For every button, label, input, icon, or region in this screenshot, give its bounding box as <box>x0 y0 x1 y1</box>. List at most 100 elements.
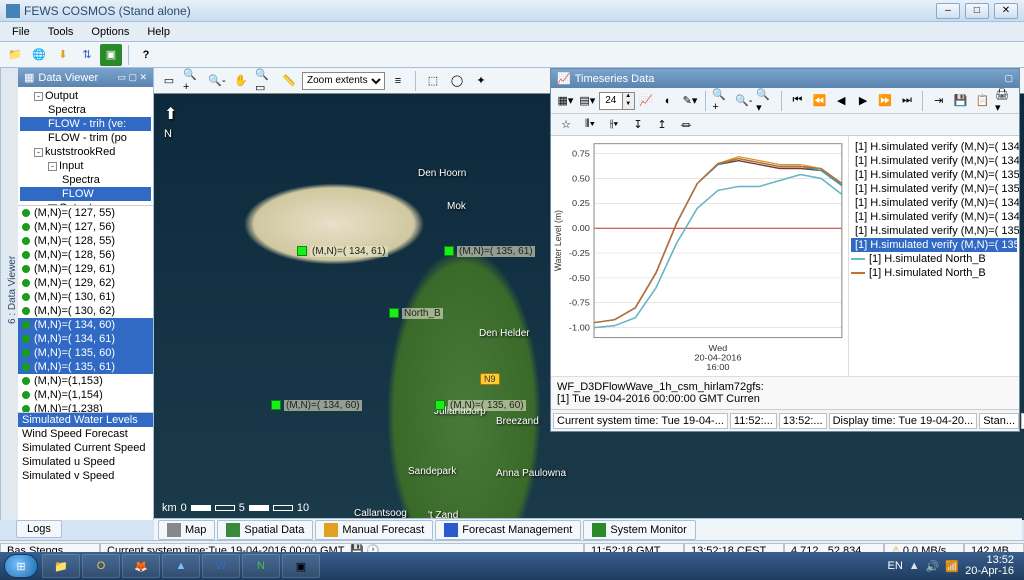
lang-indicator[interactable]: EN <box>888 560 903 572</box>
parameter-item[interactable]: Simulated v Speed <box>18 469 153 483</box>
wifi-icon[interactable]: 📶 <box>945 560 959 573</box>
task-fews[interactable]: ▲ <box>162 554 200 578</box>
bottom-tab[interactable]: System Monitor <box>583 520 695 540</box>
panel-controls-icon[interactable]: ▭ ▢ ✕ <box>117 72 147 83</box>
stepper-down-icon[interactable]: ▼ <box>622 101 634 109</box>
map-point-north-b[interactable] <box>389 308 399 318</box>
zoom-extents-select[interactable]: Zoom extents <box>302 72 385 90</box>
maximize-button[interactable]: □ <box>965 3 989 19</box>
help-icon[interactable]: ? <box>135 44 157 66</box>
tree-item[interactable]: -Output <box>20 89 151 103</box>
start-button[interactable]: ⊞ <box>4 554 38 578</box>
systray[interactable]: EN ▲ 🔊 📶 13:52 20-Apr-16 <box>888 555 1021 577</box>
location-item[interactable]: (M,N)=( 129, 61) <box>18 262 153 276</box>
grid-icon[interactable]: ▤▾ <box>577 90 598 112</box>
location-item[interactable]: (M,N)=( 130, 61) <box>18 290 153 304</box>
network-icon[interactable]: 🔊 <box>926 560 940 573</box>
location-item[interactable]: (M,N)=( 127, 55) <box>18 206 153 220</box>
close-button[interactable]: ✕ <box>994 3 1018 19</box>
first-icon[interactable]: ⏮ <box>787 90 808 112</box>
threshold-icon[interactable]: ⏛ <box>675 114 697 136</box>
tree-item[interactable]: FLOW <box>20 187 151 201</box>
globe-icon[interactable]: 🌐 <box>28 44 50 66</box>
tree-item[interactable]: -kuststrookRed <box>20 145 151 159</box>
chart-area[interactable]: -1.00-0.75-0.50-0.250.000.250.500.75Wate… <box>551 136 849 376</box>
toggle-icon[interactable]: ◐ <box>658 90 679 112</box>
parameter-item[interactable]: Simulated u Speed <box>18 455 153 469</box>
forecast-icon[interactable]: ⬇ <box>52 44 74 66</box>
pan-icon[interactable]: ✋ <box>230 70 252 92</box>
line-icon[interactable]: 📈 <box>636 90 657 112</box>
prev-fast-icon[interactable]: ⏪ <box>809 90 830 112</box>
map-point-marker[interactable] <box>435 400 445 410</box>
location-item[interactable]: (M,N)=( 128, 56) <box>18 248 153 262</box>
location-item[interactable]: (M,N)=(1,238) <box>18 402 153 412</box>
location-item[interactable]: (M,N)=( 127, 56) <box>18 220 153 234</box>
task-firefox[interactable]: 🦊 <box>122 554 160 578</box>
bottom-tab[interactable]: Forecast Management <box>435 520 581 540</box>
point-icon[interactable]: ✦ <box>470 70 492 92</box>
menu-options[interactable]: Options <box>83 24 137 40</box>
location-item[interactable]: (M,N)=(1,154) <box>18 388 153 402</box>
layers-icon[interactable]: ≡ <box>387 70 409 92</box>
zoom-out-icon[interactable]: 🔍- <box>733 90 754 112</box>
flag-icon[interactable]: ▲ <box>909 560 920 572</box>
location-item[interactable]: (M,N)=( 135, 60) <box>18 346 153 360</box>
split-icon[interactable]: ⫴▾ <box>579 114 601 136</box>
select-area-icon[interactable]: ⬚ <box>422 70 444 92</box>
location-item[interactable]: (M,N)=( 134, 61) <box>18 332 153 346</box>
parameter-item[interactable]: Wind Speed Forecast <box>18 427 153 441</box>
location-item[interactable]: (M,N)=( 128, 55) <box>18 234 153 248</box>
stepper-up-icon[interactable]: ▲ <box>622 93 634 101</box>
edit-icon[interactable]: ✎▾ <box>680 90 701 112</box>
monitor-icon[interactable]: ▣ <box>100 44 122 66</box>
menu-file[interactable]: File <box>4 24 38 40</box>
tree-item[interactable]: Spectra <box>20 173 151 187</box>
minimize-button[interactable]: – <box>936 3 960 19</box>
logs-button[interactable]: Logs <box>16 520 62 538</box>
data-viewer-title[interactable]: Data Viewer ▭ ▢ ✕ <box>18 68 153 87</box>
location-item[interactable]: (M,N)=(1,153) <box>18 374 153 388</box>
task-notepad[interactable]: N <box>242 554 280 578</box>
open-icon[interactable]: 📁 <box>4 44 26 66</box>
zoom-box-icon[interactable]: 🔍▭ <box>254 70 276 92</box>
bottom-tab[interactable]: Spatial Data <box>217 520 313 540</box>
data-tree[interactable]: -OutputSpectraFLOW - trih (ve:FLOW - tri… <box>18 87 153 205</box>
map-point-marker[interactable] <box>444 246 454 256</box>
location-item[interactable]: (M,N)=( 135, 61) <box>18 360 153 374</box>
parameter-item[interactable]: Simulated Water Levels <box>18 413 153 427</box>
scale-icon[interactable]: ⫲▾ <box>603 114 625 136</box>
tree-item[interactable]: -Input <box>20 159 151 173</box>
zoom-in-icon[interactable]: 🔍+ <box>182 70 204 92</box>
bottom-tab[interactable]: Map <box>158 520 215 540</box>
lasso-icon[interactable]: ◯ <box>446 70 468 92</box>
select-icon[interactable]: ▭ <box>158 70 180 92</box>
prev-icon[interactable]: ◀ <box>831 90 852 112</box>
next-fast-icon[interactable]: ⏩ <box>875 90 896 112</box>
location-list[interactable]: (M,N)=( 127, 55)(M,N)=( 127, 56)(M,N)=( … <box>18 205 153 412</box>
zoom-in-icon[interactable]: 🔍+ <box>711 90 732 112</box>
parameter-item[interactable]: Simulated Current Speed <box>18 441 153 455</box>
next-icon[interactable]: ▶ <box>853 90 874 112</box>
tree-item[interactable]: FLOW - trih (ve: <box>20 117 151 131</box>
star-icon[interactable]: ☆ <box>555 114 577 136</box>
legend-item[interactable]: [1] H.simulated verify (M,N)=( 134, 60) <box>851 140 1017 154</box>
end-icon[interactable]: ↥ <box>651 114 673 136</box>
legend[interactable]: [1] H.simulated verify (M,N)=( 134, 60)[… <box>849 136 1019 376</box>
tree-item[interactable]: Spectra <box>20 103 151 117</box>
panel-maximize-icon[interactable]: ▢ <box>1004 73 1013 84</box>
print-icon[interactable]: 🖨▾ <box>994 90 1015 112</box>
task-outlook[interactable]: O <box>82 554 120 578</box>
map-point-marker[interactable] <box>271 400 281 410</box>
legend-item[interactable]: [1] H.simulated North_B <box>851 266 1017 280</box>
start-icon[interactable]: ↧ <box>627 114 649 136</box>
legend-item[interactable]: [1] H.simulated verify (M,N)=( 134, 61) <box>851 210 1017 224</box>
location-item[interactable]: (M,N)=( 130, 62) <box>18 304 153 318</box>
legend-item[interactable]: [1] H.simulated verify (M,N)=( 135, 60) <box>851 168 1017 182</box>
timeseries-titlebar[interactable]: 📈 Timeseries Data ▢ <box>551 69 1019 88</box>
hours-stepper[interactable]: ▲▼ <box>599 92 635 110</box>
location-item[interactable]: (M,N)=( 129, 62) <box>18 276 153 290</box>
legend-item[interactable]: [1] H.simulated verify (M,N)=( 134, 60) <box>851 196 1017 210</box>
management-icon[interactable]: ⇅ <box>76 44 98 66</box>
export-icon[interactable]: ⇥ <box>928 90 949 112</box>
